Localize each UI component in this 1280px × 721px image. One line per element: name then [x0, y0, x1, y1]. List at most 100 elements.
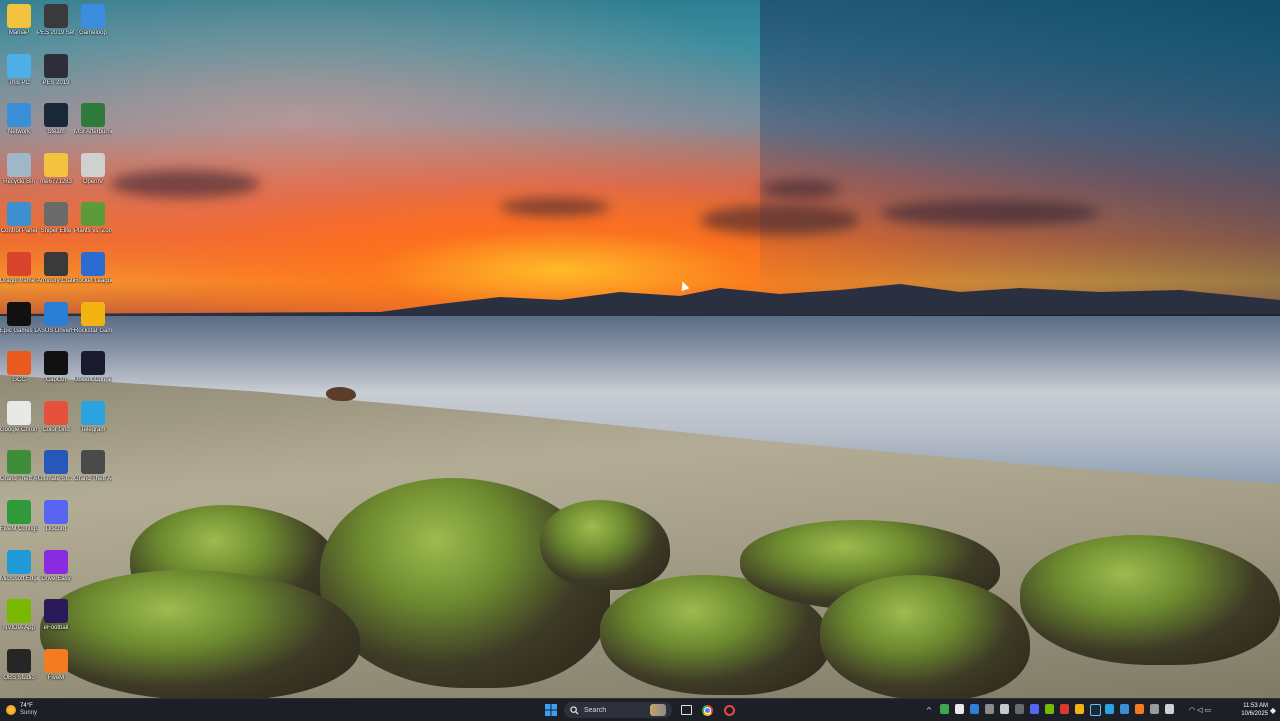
desktop-icon-gameloop[interactable]: Gameloop	[74, 4, 112, 37]
gcc-icon	[7, 351, 31, 376]
desktop-icon-discord[interactable]: Discord	[37, 500, 75, 533]
plants-vs-zombies-icon	[81, 202, 105, 227]
desktop-icon-plants-vs-zombies[interactable]: Plants vs. Zombies	[74, 202, 112, 235]
task-view-button[interactable]	[679, 702, 693, 718]
desktop-icon-sniper-elite[interactable]: Sniper Elite	[37, 202, 75, 235]
tray-icon-1[interactable]	[940, 704, 949, 714]
desktop-icon-msi-afterburner[interactable]: MSI Afterburner	[74, 103, 112, 136]
tray-icon-4[interactable]	[1000, 704, 1009, 714]
obs-icon	[7, 648, 31, 673]
desktop-icon-epic-games[interactable]: Epic Games Launcher	[0, 301, 38, 335]
tray-icon-10[interactable]	[1150, 704, 1159, 714]
ultimate-icon	[44, 450, 68, 475]
desktop-icon-rocket-league[interactable]: Rocket League®	[74, 252, 112, 285]
tray-icon-cloud[interactable]	[955, 704, 964, 714]
desktop-icon-gta-v[interactable]: Grand Theft Auto V	[0, 450, 38, 483]
desktop-icon-telegram[interactable]: Telegram	[74, 400, 112, 434]
tray-icon-7[interactable]	[1075, 704, 1084, 714]
desktop-icon-armoury-crate[interactable]: Armoury Crate	[37, 252, 75, 285]
desktop-icon-openiv[interactable]: OpenIV	[74, 152, 112, 186]
tray-icon-2[interactable]	[970, 704, 979, 714]
desktop-icon-steam[interactable]: Steam	[37, 103, 75, 136]
clock-date: 10/6/2025	[1241, 711, 1268, 717]
notifications-button[interactable]: ◆	[1268, 702, 1278, 718]
desktop-icon-nvidia[interactable]: NVIDIA App	[0, 599, 38, 632]
telegram-icon	[81, 400, 105, 425]
desktop-icon-label: Grand Theft Auto	[74, 476, 112, 483]
tray-icon-steam[interactable]	[1090, 704, 1101, 716]
desktop-icon-efootball[interactable]: eFootball	[37, 599, 75, 632]
taskbar-app[interactable]	[722, 702, 736, 718]
wallpaper-cloud	[500, 198, 610, 216]
desktop-icon-label: OBS Studio	[3, 674, 35, 681]
desktop-icon-drivereasy[interactable]: DriverEasy	[37, 549, 75, 583]
desktop-icon-label: Gameloop	[79, 30, 107, 36]
desktop-icon-chrome[interactable]: Google Chrome	[0, 400, 38, 434]
desktop-icon-color-grid[interactable]: Color Grid	[37, 400, 75, 434]
tray-icon-9[interactable]	[1135, 704, 1144, 714]
rockstar-icon	[81, 301, 105, 326]
ubisoft-icon	[81, 351, 105, 376]
quick-settings-button[interactable]: ◠ ◁ ▭	[1182, 702, 1218, 718]
tray-icon-8[interactable]	[1120, 704, 1129, 714]
tray-icon-5[interactable]	[1015, 704, 1024, 714]
desktop-icon-fivem-config[interactable]: FiveM Configurator	[0, 500, 38, 533]
desktop-icon-label: PES 2019 Settings	[37, 30, 75, 36]
desktop-icon-folder[interactable]: me6771283	[37, 152, 75, 186]
search-box[interactable]: Search	[564, 702, 672, 718]
desktop-wallpaper	[0, 0, 1280, 698]
pes-icon	[44, 53, 68, 78]
desktop-icon-gcc[interactable]: GCC	[0, 351, 38, 384]
desktop-icon-pes[interactable]: PES 2019	[37, 53, 75, 87]
desktop-icon-recycle-bin[interactable]: Recycle Bin	[0, 152, 38, 186]
desktop-icon-label: CapCut	[45, 377, 67, 384]
desktop-icon-label: NVIDIA App	[3, 625, 35, 632]
taskbar: 74°F Sunny Search ^ ◠ ◁ ▭ 11:53 AM 10/6/…	[0, 698, 1280, 721]
tray-icon-nvidia[interactable]	[1045, 704, 1054, 714]
desktop-icon-fivem[interactable]: FiveM	[37, 648, 75, 682]
clock[interactable]: 11:53 AM 10/6/2025	[1222, 702, 1268, 718]
desktop-icon-label: FiveM Configurator	[0, 526, 38, 532]
desktop-icon-edge[interactable]: Microsoft Edge	[0, 549, 38, 583]
desktop-icon-folder[interactable]: ManiaP	[0, 4, 38, 37]
pes-settings-icon	[44, 4, 68, 28]
chrome-icon	[701, 704, 713, 716]
tray-icon-3[interactable]	[985, 704, 994, 714]
search-placeholder: Search	[584, 706, 607, 714]
bell-icon: ◆	[1269, 705, 1277, 715]
gta-icon	[81, 450, 105, 475]
desktop-icon-control-panel[interactable]: Control Panel	[0, 202, 38, 235]
folder-icon	[7, 4, 31, 28]
tray-icon-11[interactable]	[1165, 704, 1174, 714]
tray-icon-discord[interactable]	[1030, 704, 1039, 714]
tray-icon-telegram[interactable]	[1105, 704, 1114, 714]
desktop-icon-dragonframe[interactable]: Dragonframe 2022	[0, 252, 38, 285]
weather-desc: Sunny	[20, 710, 38, 716]
show-hidden-icons-button[interactable]: ^	[924, 702, 934, 718]
desktop-icon-gta[interactable]: Grand Theft Auto	[74, 450, 112, 483]
tray-icon-6[interactable]	[1060, 704, 1069, 714]
gta-v-icon	[7, 450, 31, 475]
wifi-icon: ◠	[1188, 706, 1196, 714]
taskbar-chrome[interactable]	[700, 702, 714, 718]
desktop-icon-ubisoft[interactable]: Ubisoft Connect	[74, 351, 112, 384]
weather-widget[interactable]: 74°F Sunny	[6, 702, 66, 718]
desktop-icon-obs[interactable]: OBS Studio	[0, 648, 38, 682]
desktop-icon-this-pc[interactable]: This PC	[0, 53, 38, 87]
desktop-icon-rockstar[interactable]: Rockstar Games...	[74, 301, 112, 335]
fivem-icon	[44, 648, 68, 673]
dragonframe-icon	[7, 252, 31, 276]
start-button[interactable]	[543, 702, 559, 718]
desktop-icon-label: Microsoft Edge	[0, 575, 38, 582]
wallpaper-cloud	[760, 180, 840, 198]
desktop-icon-label: Network	[7, 129, 30, 136]
desktop-icon-capcut[interactable]: CapCut	[37, 351, 75, 384]
desktop-icon-pes-settings[interactable]: PES 2019 Settings	[37, 4, 75, 37]
discord-icon	[44, 500, 68, 524]
armoury-crate-icon	[44, 252, 68, 276]
fivem-config-icon	[7, 500, 31, 524]
desktop-icon-network[interactable]: Network	[0, 103, 38, 136]
desktop-icon-asus-driverhub[interactable]: ASUS DriverHub	[37, 301, 75, 335]
desktop-icon-label: MSI Afterburner	[74, 129, 112, 136]
desktop-icon-ultimate[interactable]: Ultimate Str...	[37, 450, 75, 483]
